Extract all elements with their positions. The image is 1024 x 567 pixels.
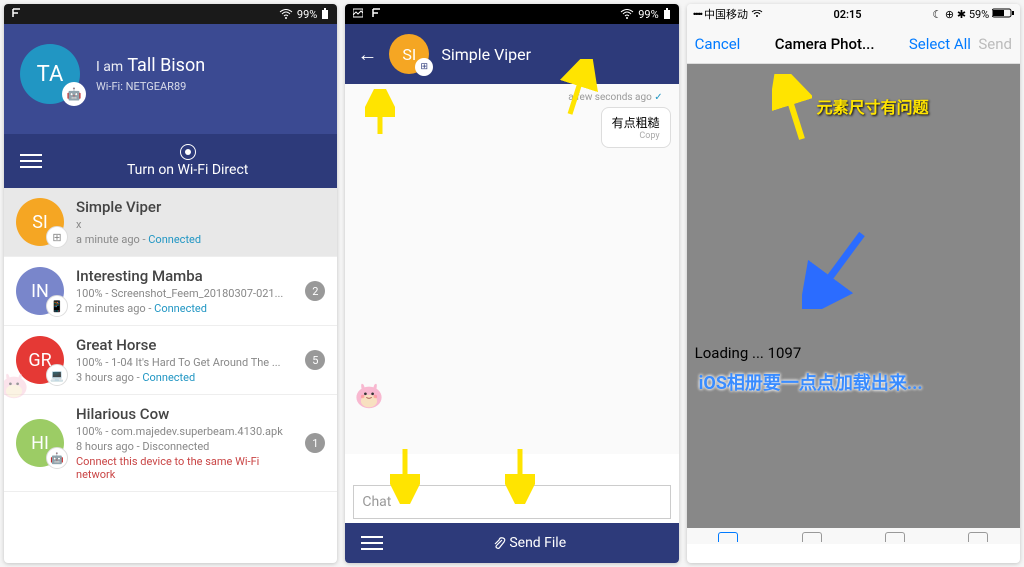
app-logo-icon [12,8,22,18]
wifi-name: Wi-Fi: NETGEAR89 [96,80,321,93]
contact-name: Interesting Mamba [76,267,293,285]
contact-item[interactable]: IN 📱 Interesting Mamba 100% - Screenshot… [4,257,337,326]
status-right: ☾ ⊕ ✱ 59% [932,8,1014,21]
contact-avatar: SI ⊞ [16,198,64,246]
app-logo-icon [372,8,382,18]
paperclip-icon [492,536,506,550]
phone-1-feem-main: 99% TA 🤖 I am Tall Bison Wi-Fi: NETGEAR8… [4,4,337,563]
unread-badge: 2 [305,281,325,301]
windows-icon: ⊞ [415,58,433,76]
send-file-label: Send File [509,535,566,551]
nav-bar: Cancel Camera Phot... Select All Send [687,24,1020,64]
contact-avatar: HI 🤖 [16,419,64,467]
status-time: 02:15 [833,8,861,21]
avatar-initials: TA [37,62,64,87]
send-file-button[interactable]: Send File [395,535,662,551]
tab-icon[interactable] [718,532,738,542]
message-text: 有点粗糙 [612,114,660,131]
loading-text: Loading ... 1097 [695,344,802,362]
wifi-direct-label: Turn on Wi-Fi Direct [127,162,248,178]
battery-icon [992,8,1014,18]
unread-badge: 5 [305,350,325,370]
photos-body[interactable]: 元素尺寸有问题 Loading ... 1097 iOS相册要一点点加载出来..… [687,64,1020,544]
tab-icon[interactable] [885,532,905,542]
contact-item[interactable]: SI ⊞ Simple Viper x a minute ago - Conne… [4,188,337,257]
contact-subtitle: 100% - com.majedev.superbeam.4130.apk [76,425,293,438]
status-icons-left [12,8,22,21]
chat-title: Simple Viper [441,45,531,64]
profile-prefix: I am [96,59,123,75]
wifi-direct-button[interactable]: Turn on Wi-Fi Direct [54,144,321,178]
chat-avatar-initials: SI [402,45,416,64]
carrier: ••••• 中国移动 [693,6,763,22]
chat-header: ← SI ⊞ Simple Viper [345,24,678,84]
tab-icon[interactable] [968,532,988,542]
picture-icon [353,8,363,18]
battery-text: 99% [638,8,658,21]
message-bubble[interactable]: 有点粗糙 Copy [601,107,671,148]
tab-icon[interactable] [802,532,822,542]
device-type-icon: 📱 [46,295,68,317]
cancel-button[interactable]: Cancel [695,35,741,53]
status-bar: ••••• 中国移动 02:15 ☾ ⊕ ✱ 59% [687,4,1020,24]
wifi-icon [620,9,634,19]
wifi-direct-bar: Turn on Wi-Fi Direct [4,134,337,188]
battery-icon [321,8,329,20]
back-button[interactable]: ← [357,42,377,67]
battery-text: 99% [297,8,317,21]
device-type-icon: ⊞ [46,226,68,248]
contact-name: Hilarious Cow [76,405,293,423]
contact-subtitle: x [76,218,325,231]
status-icons-left [353,8,381,21]
android-icon: 🤖 [62,82,86,106]
status-bar: 99% [4,4,337,24]
annotation-text-2: iOS相册要一点点加载出来... [699,369,923,395]
message-copy-label: Copy [612,131,660,141]
send-button[interactable]: Send [978,35,1012,53]
nav-title[interactable]: Camera Phot... [775,35,875,53]
chat-messages-area[interactable]: a few seconds ago ✓ 有点粗糙 Copy [345,84,678,454]
contact-list: SI ⊞ Simple Viper x a minute ago - Conne… [4,188,337,492]
device-type-icon: 💻 [46,364,68,386]
phone-3-ios-photos: ••••• 中国移动 02:15 ☾ ⊕ ✱ 59% Cancel Camera… [687,4,1020,563]
status-bar: 99% [345,4,678,24]
sticker-creature [4,364,32,400]
hamburger-menu-button[interactable] [20,154,42,168]
annotation-arrow-yellow [772,74,812,144]
check-icon: ✓ [654,92,662,103]
profile-header: TA 🤖 I am Tall Bison Wi-Fi: NETGEAR89 [4,24,337,134]
select-all-button[interactable]: Select All [909,35,971,53]
message-timestamp: a few seconds ago ✓ [353,92,670,103]
chat-bottom-bar: Send File [345,523,678,563]
contact-name: Simple Viper [76,198,325,216]
device-type-icon: 🤖 [46,447,68,469]
contact-item[interactable]: HI 🤖 Hilarious Cow 100% - com.majedev.su… [4,395,337,492]
chat-avatar[interactable]: SI ⊞ [389,34,429,74]
chat-input[interactable]: Chat [353,485,670,519]
phone-2-feem-chat: 99% ← SI ⊞ Simple Viper a few seconds ag… [345,4,678,563]
annotation-arrow-blue [802,229,872,309]
contact-avatar: IN 📱 [16,267,64,315]
wifi-icon [751,10,763,18]
wifi-icon [279,9,293,19]
tab-bar [687,528,1020,544]
contact-name: Great Horse [76,336,293,354]
unread-badge: 1 [305,433,325,453]
contact-item[interactable]: GR 💻 Great Horse 100% - 1-04 It's Hard T… [4,326,337,395]
profile-name: Tall Bison [127,55,205,76]
contact-subtitle: 100% - Screenshot_Feem_20180307-021... [76,287,293,300]
contact-subtitle: 100% - 1-04 It's Hard To Get Around The … [76,356,293,369]
battery-icon [663,8,671,20]
annotation-text-1: 元素尺寸有问题 [817,94,929,118]
hamburger-menu-button[interactable] [361,536,383,550]
profile-avatar[interactable]: TA 🤖 [20,44,80,104]
chat-input-area: Chat Send File [345,481,678,563]
wifi-direct-icon [180,144,196,160]
